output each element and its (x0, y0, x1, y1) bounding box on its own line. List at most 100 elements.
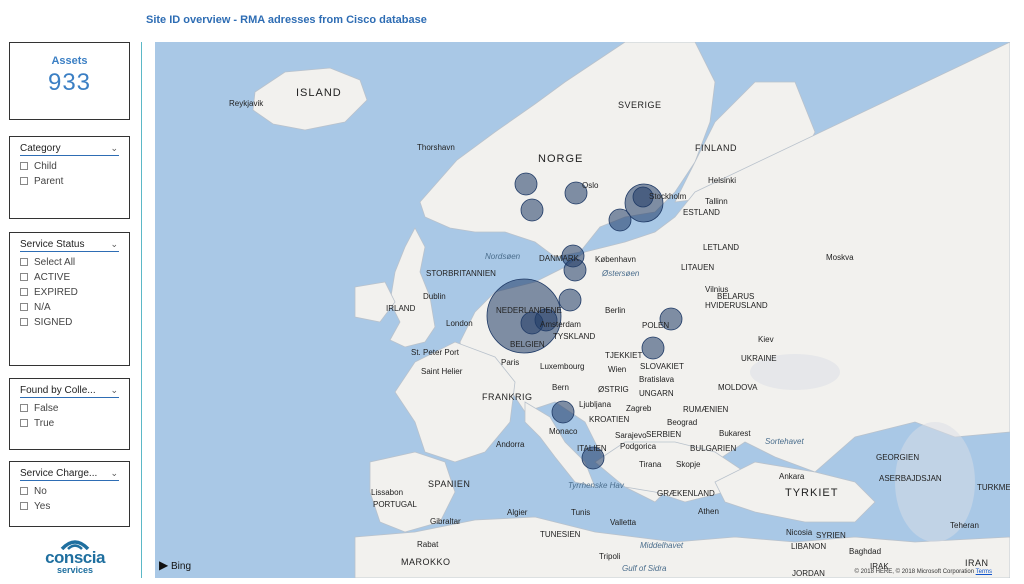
map-label: Podgorica (620, 442, 657, 451)
map-label: Ljubljana (579, 400, 612, 409)
map-label: BELARUS (717, 292, 755, 301)
map-label: Valletta (610, 518, 637, 527)
map-label: PORTUGAL (373, 500, 417, 509)
logo-sub: services (56, 565, 94, 575)
map-attribution: © 2018 HERE, © 2018 Microsoft Corporatio… (854, 569, 992, 575)
map-bubble[interactable] (558, 288, 582, 312)
slicer-option-child[interactable]: Child (20, 160, 129, 172)
chevron-down-icon[interactable]: ⌄ (110, 385, 118, 396)
map-label: IRAN (965, 558, 989, 568)
map-label: Middelhavet (640, 541, 684, 550)
category-slicer: Category ⌄ Child Parent (9, 136, 130, 219)
checkbox[interactable] (20, 487, 28, 495)
map-label: Tunis (571, 508, 591, 517)
map-label: SYRIEN (816, 531, 846, 540)
map-label: London (446, 319, 473, 328)
terms-link[interactable]: Terms (976, 569, 992, 575)
map-label: Østersøen (602, 269, 640, 278)
slicer-option-true[interactable]: True (20, 417, 129, 429)
map-label: GEORGIEN (876, 453, 920, 462)
map-label: ASERBAJDSJAN (879, 474, 942, 483)
checkbox[interactable] (20, 258, 28, 266)
checkbox[interactable] (20, 288, 28, 296)
chevron-down-icon[interactable]: ⌄ (110, 239, 118, 250)
map-label: FRANKRIG (482, 392, 533, 402)
map-label: Oslo (582, 181, 599, 190)
report-title: Site ID overview - RMA adresses from Cis… (146, 14, 427, 26)
slicer-option-false[interactable]: False (20, 402, 129, 414)
slicer-option-na[interactable]: N/A (20, 301, 129, 313)
map-label: TUNESIEN (540, 530, 581, 539)
map-label: Nicosia (786, 528, 813, 537)
service-status-slicer-header[interactable]: Service Status ⌄ (20, 239, 119, 252)
chevron-down-icon[interactable]: ⌄ (110, 143, 118, 154)
slicer-option-signed[interactable]: SIGNED (20, 316, 129, 328)
map-label: Zagreb (626, 404, 652, 413)
map-label: Helsinki (708, 176, 737, 185)
checkbox[interactable] (20, 162, 28, 170)
map-label: Luxembourg (540, 362, 585, 371)
slicer-option-no[interactable]: No (20, 485, 129, 497)
map-label: Bukarest (719, 429, 751, 438)
map-label: BELGIEN (510, 340, 545, 349)
map-label: UNGARN (639, 389, 674, 398)
map-label: POLEN (642, 321, 670, 330)
map-label: LETLAND (703, 243, 740, 252)
slicer-option-yes[interactable]: Yes (20, 500, 129, 512)
map-label: MAROKKO (401, 557, 451, 567)
map-bubble[interactable] (514, 172, 538, 196)
map-label: FINLAND (695, 143, 738, 153)
map-label: SLOVAKIET (640, 362, 684, 371)
map-label: Dublin (423, 292, 446, 301)
checkbox[interactable] (20, 404, 28, 412)
service-status-slicer: Service Status ⌄ Select All ACTIVE EXPIR… (9, 232, 130, 366)
map-label: Paris (501, 358, 520, 367)
slicer-option-parent[interactable]: Parent (20, 175, 129, 187)
map-label: TURKMENISTAN (977, 483, 1010, 492)
map-base (252, 42, 1010, 578)
map-visual[interactable]: ISLAND Reykjavik SVERIGE NORGE FINLAND T… (155, 42, 1010, 578)
map-label: Reykjavik (229, 99, 264, 108)
service-charge-slicer-header[interactable]: Service Charge... ⌄ (20, 468, 119, 481)
map-label: Andorra (496, 440, 525, 449)
slicer-option-active[interactable]: ACTIVE (20, 271, 129, 283)
found-by-slicer-header[interactable]: Found by Colle... ⌄ (20, 385, 119, 398)
map-label: DANMARK (539, 254, 580, 263)
assets-card: Assets 933 (9, 42, 130, 120)
slicer-option-expired[interactable]: EXPIRED (20, 286, 129, 298)
map-label: Baghdad (849, 547, 882, 556)
map-bubble[interactable] (641, 336, 665, 360)
map-label: St. Peter Port (411, 348, 460, 357)
map-label: Skopje (676, 460, 701, 469)
checkbox[interactable] (20, 502, 28, 510)
map-label: JORDAN (792, 569, 825, 578)
map-label: Bratislava (639, 375, 675, 384)
map-label: Athen (698, 507, 719, 516)
map-label: ESTLAND (683, 208, 720, 217)
checkbox[interactable] (20, 273, 28, 281)
map-label: Sortehavet (765, 437, 804, 446)
map-label: SERBIEN (646, 430, 682, 439)
checkbox[interactable] (20, 303, 28, 311)
bing-logo: ▶ Bing (159, 558, 192, 572)
map-label: BULGARIEN (690, 444, 737, 453)
logo-name: conscia (45, 548, 105, 567)
map-label: KROATIEN (589, 415, 630, 424)
map-label: GRÆKENLAND (657, 489, 715, 498)
category-slicer-header[interactable]: Category ⌄ (20, 143, 119, 156)
map-bubble[interactable] (551, 400, 575, 424)
slicer-option-select-all[interactable]: Select All (20, 256, 129, 268)
map-label: Ankara (779, 472, 805, 481)
checkbox[interactable] (20, 318, 28, 326)
map-label: Berlin (605, 306, 626, 315)
map-label: Tripoli (599, 552, 621, 561)
map-label: Thorshavn (417, 143, 455, 152)
checkbox[interactable] (20, 177, 28, 185)
map-label: STORBRITANNIEN (426, 269, 496, 278)
map-bubble[interactable] (608, 208, 632, 232)
chevron-down-icon[interactable]: ⌄ (110, 468, 118, 479)
assets-card-label: Assets (51, 55, 88, 67)
map-label: LIBANON (791, 542, 827, 551)
checkbox[interactable] (20, 419, 28, 427)
map-bubble[interactable] (520, 198, 544, 222)
